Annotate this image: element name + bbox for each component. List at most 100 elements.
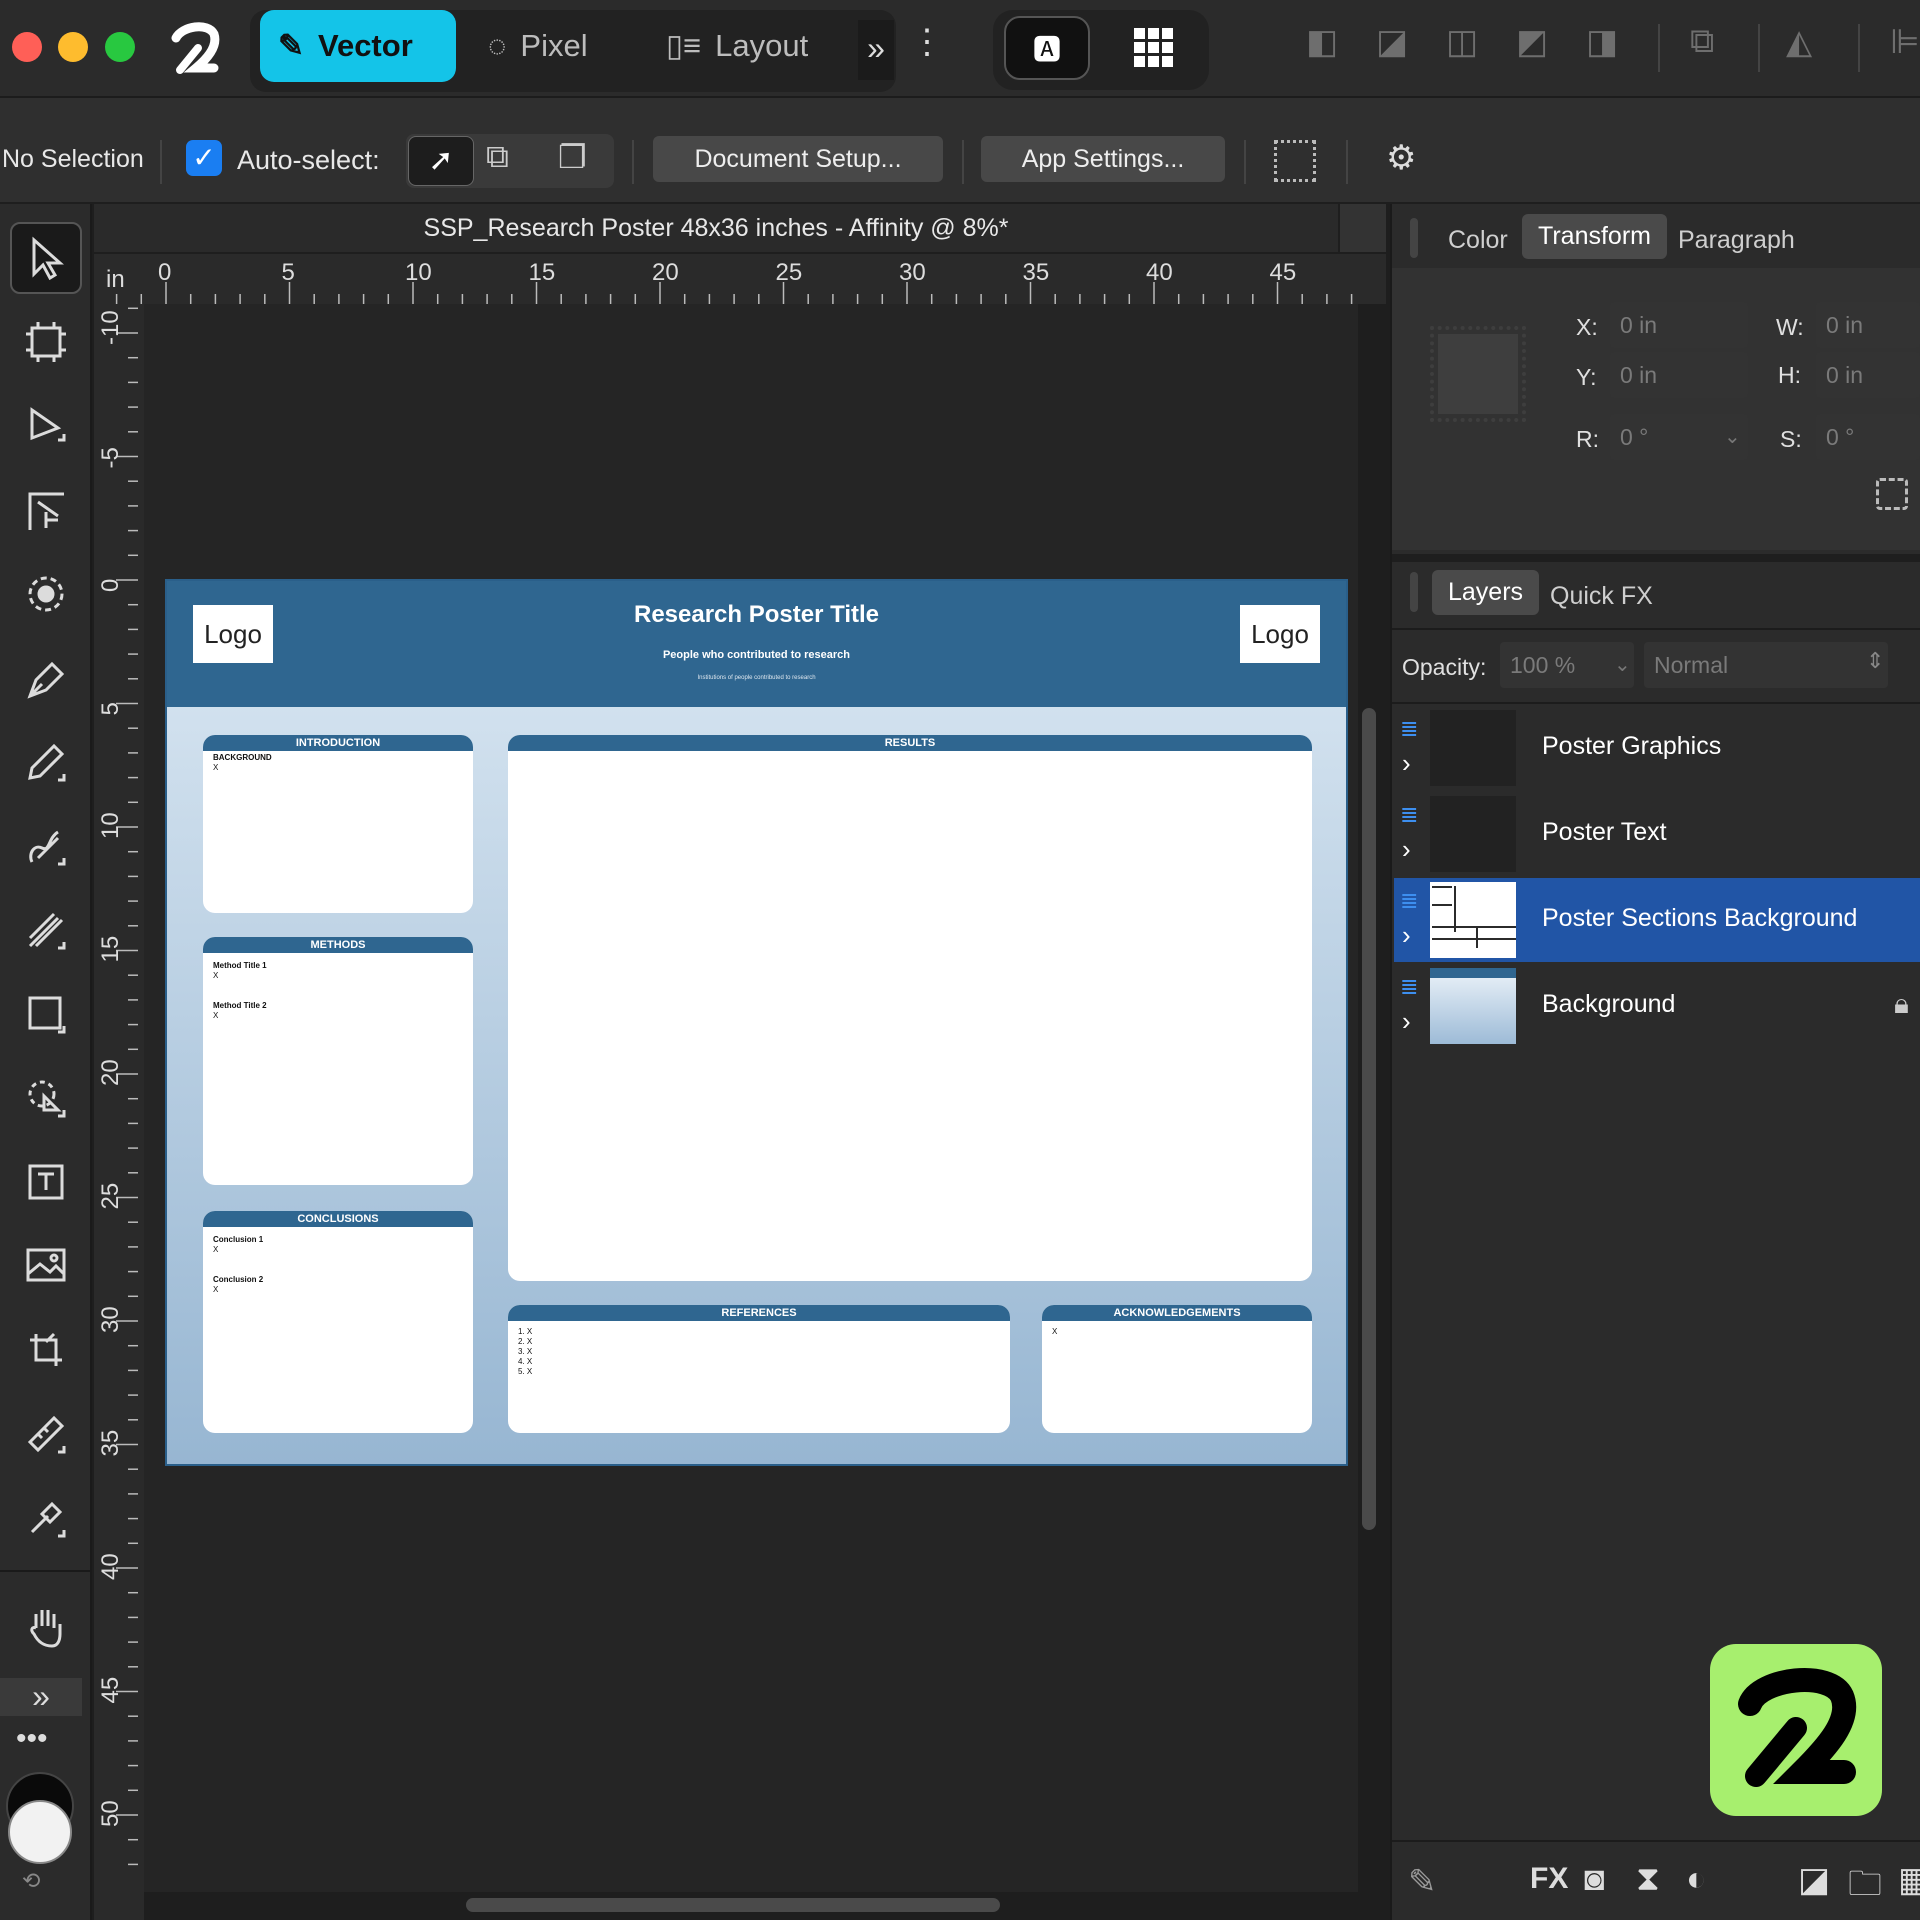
updown-chevron-icon[interactable]: ⇕ — [1866, 648, 1884, 674]
checker-icon[interactable]: ▦ — [1898, 1860, 1920, 1900]
boolean-intersect-icon[interactable]: ◫ — [1446, 22, 1478, 62]
close-window-button[interactable] — [12, 32, 42, 62]
x-field[interactable]: 0 in — [1610, 302, 1748, 348]
node-tool-icon[interactable] — [10, 390, 82, 462]
vector-mode-button[interactable]: ✎ Vector — [260, 10, 456, 82]
poster-institutions[interactable]: Institutions of people contributed to re… — [167, 675, 1346, 681]
shear-field[interactable]: 0 ° — [1816, 414, 1920, 460]
layer-row[interactable]: ≣ › Poster Graphics — [1394, 706, 1920, 790]
text-studio-icon[interactable]: 🅰 — [1004, 16, 1090, 80]
zoom-window-button[interactable] — [105, 32, 135, 62]
select-intersect-icon[interactable]: ⧉ — [486, 138, 509, 176]
chevron-down-icon[interactable]: ⌄ — [1724, 424, 1741, 449]
select-contain-icon[interactable]: ❐ — [558, 138, 587, 176]
tab-paragraph[interactable]: Paragraph — [1662, 218, 1811, 263]
point-transform-tool-icon[interactable] — [10, 558, 82, 630]
layout-mode-button[interactable]: ▯≡ Layout — [648, 10, 826, 82]
artboard-tool-icon[interactable] — [10, 306, 82, 378]
anchor-point-selector[interactable] — [1430, 326, 1526, 422]
image-tool-icon[interactable] — [10, 1230, 82, 1302]
app-settings-button[interactable]: App Settings... — [981, 136, 1225, 182]
methods-section[interactable]: METHODS Method Title 1 X Method Title 2 … — [203, 937, 473, 1185]
pen-tool-icon[interactable] — [10, 642, 82, 714]
add-group-icon[interactable]: 🗀︎ — [1848, 1860, 1882, 1917]
pixel-mode-button[interactable]: ◌ Pixel — [470, 10, 606, 82]
horizontal-scrollbar[interactable] — [466, 1898, 1000, 1912]
references-section[interactable]: REFERENCES 1. X 2. X 3. X 4. X 5. X — [508, 1305, 1010, 1433]
boolean-xor-icon[interactable]: ◩ — [1516, 22, 1548, 62]
poster-authors[interactable]: People who contributed to research — [167, 649, 1346, 661]
document-setup-button[interactable]: Document Setup... — [653, 136, 943, 182]
expand-tools-icon[interactable]: » — [0, 1678, 82, 1716]
transform-origin-icon[interactable] — [1876, 478, 1908, 510]
hand-tool-icon[interactable] — [10, 1590, 82, 1662]
blend-mode-select[interactable]: Normal — [1644, 642, 1888, 688]
boolean-subtract-icon[interactable]: ◪ — [1376, 22, 1408, 62]
affinity-logo-icon[interactable] — [168, 18, 224, 78]
swap-colors-icon[interactable]: ⟲ — [22, 1868, 40, 1894]
mask-icon[interactable]: ◙ — [1584, 1860, 1605, 1899]
chevron-right-icon[interactable]: › — [1402, 834, 1411, 865]
more-modes-icon[interactable]: » — [858, 20, 894, 80]
tab-layers[interactable]: Layers — [1432, 570, 1540, 615]
results-section[interactable]: RESULTS — [508, 735, 1312, 1281]
pencil-tool-icon[interactable] — [10, 726, 82, 798]
more-tools-icon[interactable]: ••• — [16, 1722, 48, 1756]
vertical-scrollbar[interactable] — [1362, 708, 1376, 1530]
grid-view-icon[interactable] — [1132, 26, 1176, 70]
document-tab-title[interactable]: SSP_Research Poster 48x36 inches - Affin… — [94, 204, 1338, 252]
autoselect-checkbox[interactable]: ✓ — [186, 140, 222, 176]
tab-transform[interactable]: Transform — [1522, 214, 1667, 259]
w-field[interactable]: 0 in — [1816, 302, 1920, 348]
boolean-add-icon[interactable]: ◧ — [1306, 22, 1338, 62]
flip-icon[interactable]: ◭ — [1786, 22, 1812, 62]
settings-gear-icon[interactable]: ⚙ — [1386, 138, 1416, 178]
h-field[interactable]: 0 in — [1816, 352, 1920, 398]
poster-title[interactable]: Research Poster Title — [167, 601, 1346, 629]
horizontal-ruler[interactable]: 0 5 10 15 20 25 30 35 40 45 — [94, 254, 1386, 304]
adjustment-icon[interactable]: ⧗ — [1636, 1860, 1660, 1899]
layer-row[interactable]: ≣ › Background 🔒︎ — [1394, 964, 1920, 1048]
chevron-right-icon[interactable]: › — [1402, 920, 1411, 951]
layer-visibility-icon[interactable]: ≣ — [1400, 716, 1418, 742]
measure-tool-icon[interactable] — [10, 1398, 82, 1470]
vector-brush-tool-icon[interactable] — [10, 810, 82, 882]
shape-builder-tool-icon[interactable] — [10, 1062, 82, 1134]
more-options-icon[interactable]: ⋮ — [910, 22, 944, 62]
poster-artboard[interactable]: Logo Logo Research Poster Title People w… — [165, 579, 1348, 1466]
move-tool-icon[interactable] — [10, 222, 82, 294]
minimize-window-button[interactable] — [58, 32, 88, 62]
text-tool-icon[interactable] — [10, 1146, 82, 1218]
layer-row[interactable]: ≣ › Poster Text — [1394, 792, 1920, 876]
select-cursor-icon[interactable]: ➚ — [408, 136, 474, 186]
panel-grip[interactable] — [1410, 218, 1418, 258]
introduction-section[interactable]: INTRODUCTION BACKGROUND X — [203, 735, 473, 913]
edit-layer-icon[interactable]: ✎ — [1408, 1862, 1437, 1902]
tab-quick-fx[interactable]: Quick FX — [1534, 574, 1669, 619]
layer-row[interactable]: ≣ › Poster Sections Background — [1394, 878, 1920, 962]
fx-icon[interactable]: FX — [1530, 1862, 1568, 1896]
acknowledgements-section[interactable]: ACKNOWLEDGEMENTS X — [1042, 1305, 1312, 1433]
fill-tool-icon[interactable] — [10, 894, 82, 966]
live-filter-icon[interactable]: ◐ — [1686, 1860, 1707, 1899]
chevron-right-icon[interactable]: › — [1402, 748, 1411, 779]
tab-color[interactable]: Color — [1432, 218, 1524, 263]
conclusions-section[interactable]: CONCLUSIONS Conclusion 1 X Conclusion 2 … — [203, 1211, 473, 1433]
vector-crop-tool-icon[interactable] — [10, 1314, 82, 1386]
boolean-divide-icon[interactable]: ◨ — [1586, 22, 1618, 62]
vertical-ruler[interactable]: -10 -5 0 5 10 15 20 25 30 35 40 45 50 — [94, 304, 144, 1920]
chevron-down-icon[interactable]: ⌄ — [1614, 652, 1631, 677]
chevron-right-icon[interactable]: › — [1402, 1006, 1411, 1037]
fill-color-swatch[interactable] — [8, 1800, 72, 1864]
rectangle-tool-icon[interactable] — [10, 978, 82, 1050]
corner-tool-icon[interactable] — [10, 474, 82, 546]
layer-visibility-icon[interactable]: ≣ — [1400, 888, 1418, 914]
add-pixel-layer-icon[interactable]: ◪ — [1798, 1860, 1830, 1900]
layer-visibility-icon[interactable]: ≣ — [1400, 974, 1418, 1000]
lock-icon[interactable]: 🔒︎ — [1894, 988, 1909, 1021]
align-icon[interactable]: ⊫ — [1890, 22, 1920, 62]
snapping-grid-icon[interactable] — [1274, 140, 1316, 182]
layer-visibility-icon[interactable]: ≣ — [1400, 802, 1418, 828]
y-field[interactable]: 0 in — [1610, 352, 1748, 398]
color-picker-tool-icon[interactable] — [10, 1482, 82, 1554]
